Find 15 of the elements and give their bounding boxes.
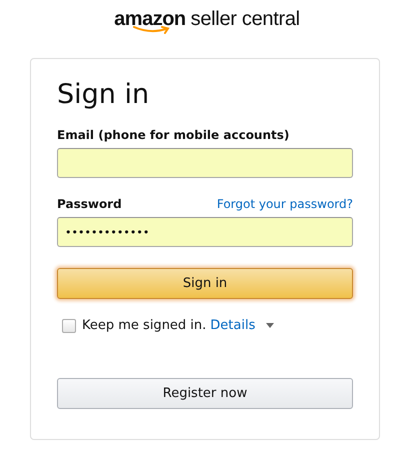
sign-in-button[interactable]: Sign in xyxy=(57,268,353,299)
details-link[interactable]: Details xyxy=(210,318,256,333)
checkbox[interactable] xyxy=(62,318,76,332)
page-title: Sign in xyxy=(57,78,150,112)
forgot-password-link[interactable]: Forgot your password? xyxy=(216,197,353,211)
password-field[interactable]: ••••••••••••• xyxy=(57,217,353,247)
caret-icon[interactable] xyxy=(266,323,274,328)
smile-arrow-icon xyxy=(132,26,172,34)
logo-subtitle: seller central xyxy=(190,8,300,30)
email-label: Email (phone for mobile accounts) xyxy=(57,127,290,143)
email-field[interactable] xyxy=(57,148,353,178)
logo-wordmark: amazon xyxy=(114,8,186,30)
register-button[interactable]: Register now xyxy=(57,378,353,409)
keep-signed-in-label: Keep me signed in. xyxy=(82,318,206,333)
password-label: Password xyxy=(57,196,122,212)
